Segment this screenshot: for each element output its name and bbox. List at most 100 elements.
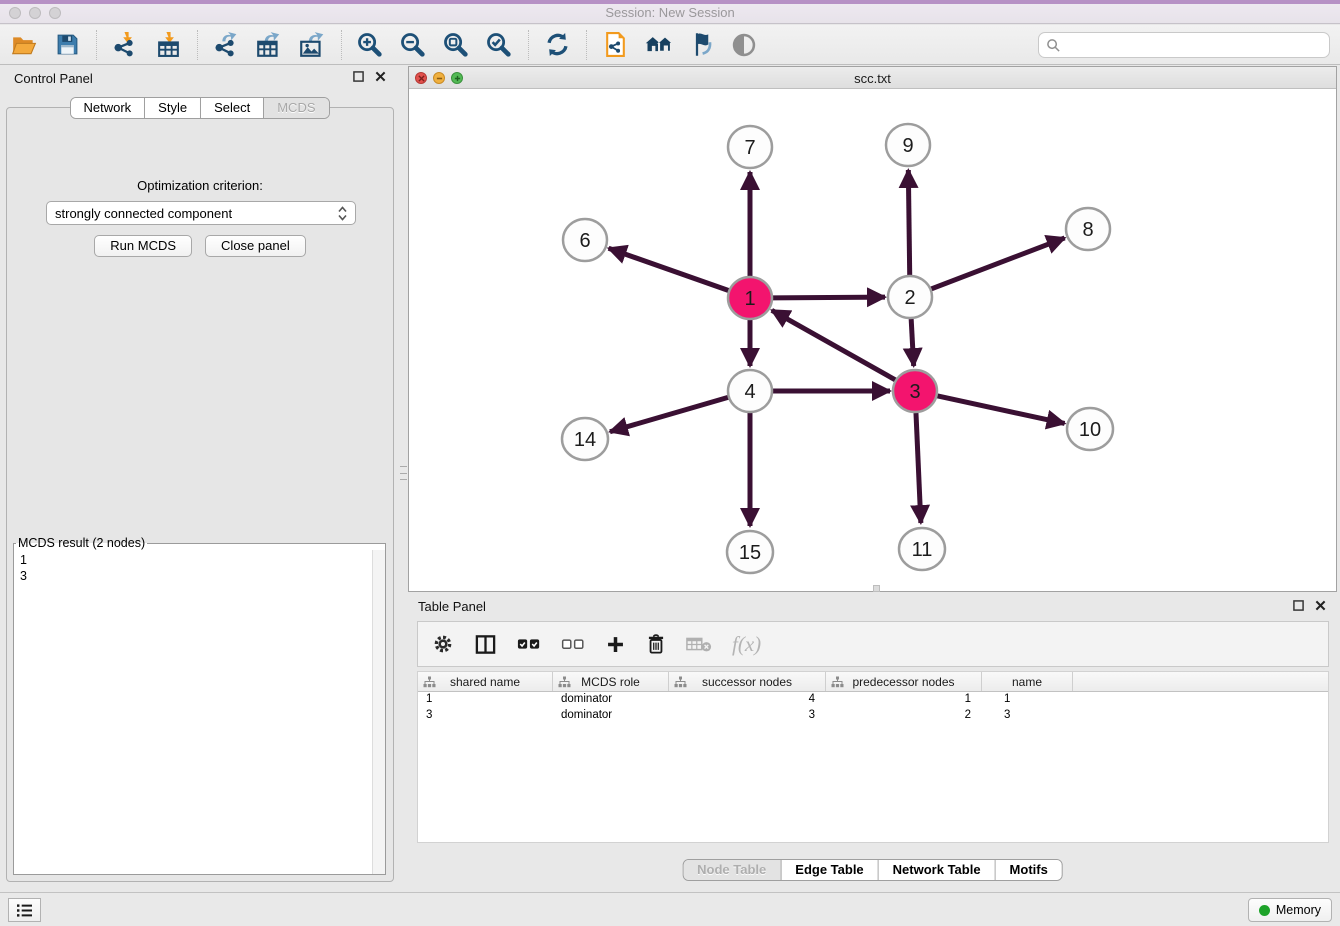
- table-row[interactable]: 3dominator323: [418, 708, 1328, 724]
- select-all-icon[interactable]: [517, 636, 541, 652]
- zoom-fit-icon[interactable]: [442, 31, 470, 59]
- new-network-from-selection-icon[interactable]: [601, 31, 629, 59]
- graph-edge-4-14[interactable]: [610, 397, 729, 432]
- memory-button[interactable]: Memory: [1248, 898, 1332, 922]
- open-session-icon[interactable]: [10, 31, 38, 59]
- table-cell[interactable]: 3: [669, 708, 826, 724]
- column-header-predecessor-nodes[interactable]: predecessor nodes: [826, 672, 982, 691]
- graph-node-15[interactable]: 15: [727, 531, 773, 573]
- refresh-icon[interactable]: [543, 31, 571, 59]
- optimization-criterion-label: Optimization criterion:: [7, 178, 393, 193]
- tab-network-table[interactable]: Network Table: [879, 860, 996, 880]
- close-table-panel-icon[interactable]: [1314, 599, 1327, 612]
- network-view-window: scc.txt 7 9 6 8 1 2 4 3 14 10 15 11: [408, 66, 1337, 592]
- svg-text:2: 2: [904, 287, 915, 309]
- graph-edge-1-6[interactable]: [609, 248, 730, 290]
- mcds-tab-content: Optimization criterion: strongly connect…: [6, 107, 394, 882]
- export-table-icon[interactable]: [255, 31, 283, 59]
- graph-node-9[interactable]: 9: [886, 124, 930, 166]
- graph-node-14[interactable]: 14: [562, 418, 608, 460]
- network-window-titlebar[interactable]: scc.txt: [409, 67, 1336, 89]
- table-cell[interactable]: 4: [669, 692, 826, 708]
- graph-node-7[interactable]: 7: [728, 126, 772, 168]
- float-panel-icon[interactable]: [352, 70, 365, 83]
- run-mcds-button[interactable]: Run MCDS: [94, 235, 192, 257]
- graph-edge-2-9[interactable]: [908, 170, 909, 275]
- graph-edge-1-2[interactable]: [772, 297, 885, 298]
- graph-node-2[interactable]: 2: [888, 276, 932, 318]
- table-settings-gear-icon[interactable]: [432, 633, 454, 655]
- delete-column-trash-icon[interactable]: [646, 633, 666, 655]
- graph-node-1[interactable]: 1: [728, 277, 772, 319]
- titlebar-accent: [0, 0, 1340, 4]
- mcds-result-list[interactable]: 1 3: [14, 550, 372, 874]
- column-header-MCDS-role[interactable]: MCDS role: [553, 672, 669, 691]
- graph-node-4[interactable]: 4: [728, 370, 772, 412]
- graph-node-11[interactable]: 11: [899, 528, 945, 570]
- deselect-all-icon[interactable]: [561, 636, 585, 652]
- criterion-select[interactable]: strongly connected component: [46, 201, 356, 225]
- network-canvas[interactable]: 7 9 6 8 1 2 4 3 14 10 15 11: [409, 89, 1336, 591]
- close-panel-icon[interactable]: [374, 70, 387, 83]
- export-image-icon[interactable]: [298, 31, 326, 59]
- zoom-in-icon[interactable]: [356, 31, 384, 59]
- column-header-successor-nodes[interactable]: successor nodes: [669, 672, 826, 691]
- search-field[interactable]: [1038, 32, 1330, 58]
- table-cell[interactable]: 3: [982, 708, 1073, 724]
- table-cell[interactable]: dominator: [553, 708, 669, 724]
- table-cell[interactable]: 1: [982, 692, 1073, 708]
- table-cell[interactable]: dominator: [553, 692, 669, 708]
- tab-select[interactable]: Select: [201, 98, 264, 118]
- table-cell[interactable]: 3: [418, 708, 553, 724]
- table-cell[interactable]: 1: [418, 692, 553, 708]
- status-bar: Memory: [0, 892, 1340, 926]
- tab-mcds[interactable]: MCDS: [264, 98, 328, 118]
- tab-style[interactable]: Style: [145, 98, 201, 118]
- panel-divider-grip[interactable]: [400, 466, 407, 480]
- window-title: Session: New Session: [0, 5, 1340, 20]
- graph-edge-3-1[interactable]: [772, 310, 896, 380]
- tab-node-table[interactable]: Node Table: [683, 860, 781, 880]
- import-network-icon[interactable]: [111, 31, 139, 59]
- table-row[interactable]: 1dominator411: [418, 692, 1328, 708]
- graph-node-3[interactable]: 3: [893, 370, 937, 412]
- graph-node-8[interactable]: 8: [1066, 208, 1110, 250]
- float-table-panel-icon[interactable]: [1292, 599, 1305, 612]
- task-history-button[interactable]: [8, 898, 41, 922]
- apply-style-icon[interactable]: [687, 31, 715, 59]
- tab-network[interactable]: Network: [70, 98, 145, 118]
- control-panel: Control Panel NetworkStyleSelectMCDS Opt…: [0, 65, 399, 885]
- svg-text:3: 3: [909, 381, 920, 403]
- zoom-selected-icon[interactable]: [485, 31, 513, 59]
- graph-edge-3-10[interactable]: [936, 396, 1064, 424]
- graph-node-6[interactable]: 6: [563, 219, 607, 261]
- column-header-name[interactable]: name: [982, 672, 1073, 691]
- zoom-out-icon[interactable]: [399, 31, 427, 59]
- column-header-shared-name[interactable]: shared name: [418, 672, 553, 691]
- export-network-icon[interactable]: [212, 31, 240, 59]
- add-column-icon[interactable]: [605, 634, 626, 655]
- svg-text:11: 11: [912, 539, 933, 561]
- memory-label: Memory: [1276, 903, 1321, 917]
- table-cell[interactable]: 1: [826, 692, 982, 708]
- import-table-icon[interactable]: [154, 31, 182, 59]
- svg-text:14: 14: [574, 429, 596, 451]
- tab-edge-table[interactable]: Edge Table: [781, 860, 878, 880]
- search-input[interactable]: [1066, 38, 1329, 53]
- toolbar-separator: [341, 30, 342, 60]
- home-icon[interactable]: [644, 31, 672, 59]
- show-hide-icon[interactable]: [730, 31, 758, 59]
- graph-edge-2-8[interactable]: [931, 238, 1065, 289]
- network-graph[interactable]: 7 9 6 8 1 2 4 3 14 10 15 11: [409, 89, 1336, 591]
- graph-edge-2-3[interactable]: [911, 319, 914, 366]
- result-scrollbar[interactable]: [372, 550, 385, 874]
- save-session-icon[interactable]: [53, 31, 81, 59]
- tab-motifs[interactable]: Motifs: [996, 860, 1062, 880]
- graph-node-10[interactable]: 10: [1067, 408, 1113, 450]
- split-panel-icon[interactable]: [474, 633, 497, 656]
- table-cell[interactable]: 2: [826, 708, 982, 724]
- graph-edge-3-11[interactable]: [916, 413, 921, 523]
- close-panel-button[interactable]: Close panel: [205, 235, 306, 257]
- network-resize-grip[interactable]: [873, 585, 880, 592]
- svg-text:9: 9: [902, 135, 913, 157]
